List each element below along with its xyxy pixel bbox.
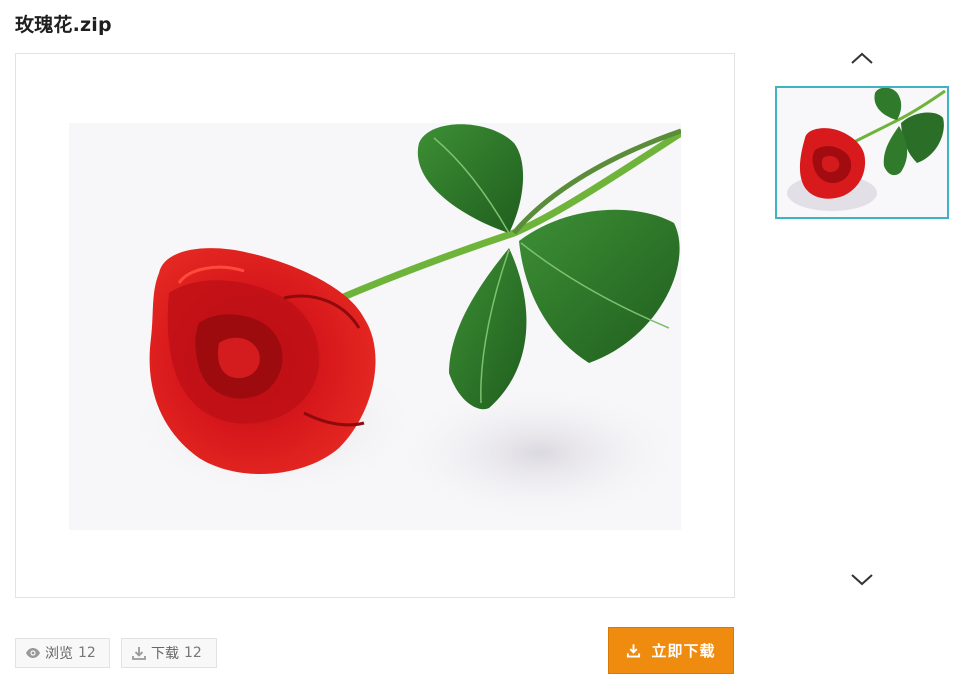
- download-now-button[interactable]: 立即下载: [608, 627, 734, 674]
- download-icon: [627, 644, 641, 658]
- views-count-badge: 浏览 12: [15, 638, 110, 668]
- views-label: 浏览: [45, 646, 73, 662]
- resource-preview-page: 玫瑰花.zip 浏览 12 下载 12 立即下载: [0, 0, 968, 689]
- chevron-down-icon: [851, 574, 873, 586]
- page-title: 玫瑰花.zip: [15, 14, 112, 36]
- main-preview-image: [69, 123, 681, 530]
- download-now-label: 立即下载: [651, 642, 716, 660]
- downloads-count-badge: 下载 12: [121, 638, 217, 668]
- views-count: 12: [78, 645, 96, 661]
- preview-viewer: [15, 53, 735, 598]
- thumbnail-scroll-down-button[interactable]: [848, 568, 876, 590]
- chevron-up-icon: [851, 52, 873, 64]
- thumbnail-scroll-up-button[interactable]: [848, 48, 876, 70]
- downloads-count: 12: [184, 645, 202, 661]
- thumbnail-item-selected[interactable]: [775, 86, 949, 219]
- download-icon: [132, 647, 146, 660]
- downloads-label: 下载: [151, 646, 179, 662]
- eye-icon: [26, 648, 40, 658]
